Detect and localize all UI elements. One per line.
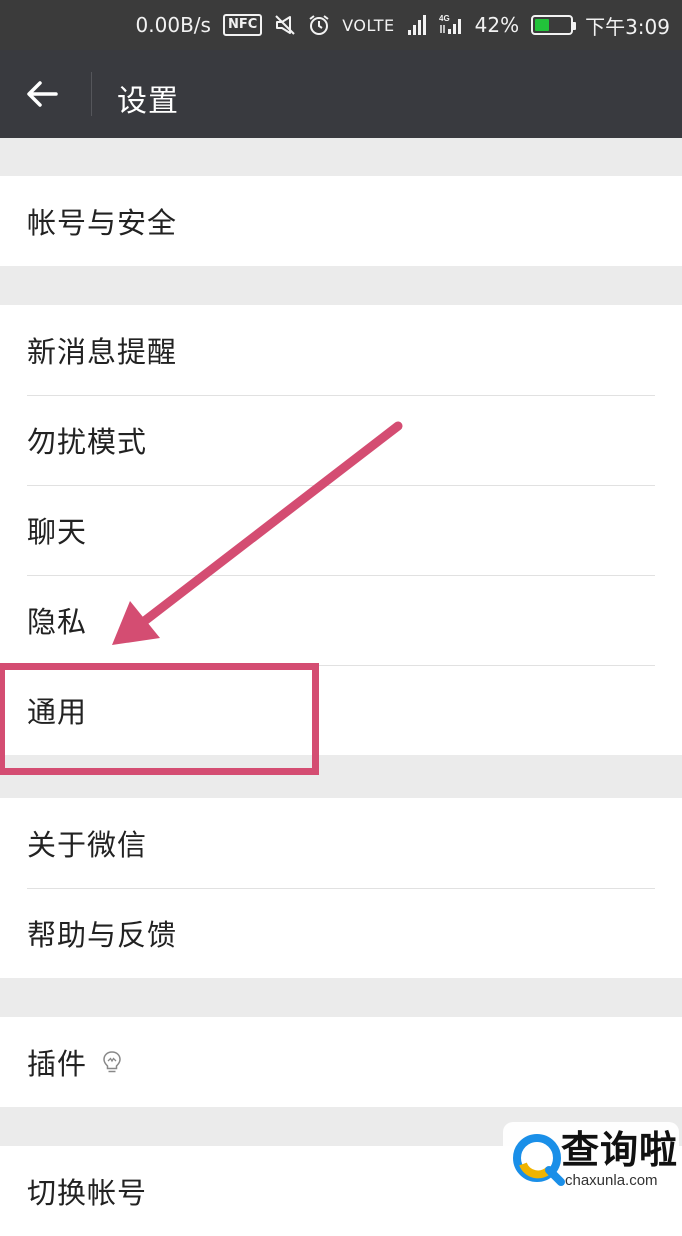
signal-icon xyxy=(407,14,427,36)
back-button[interactable] xyxy=(22,74,70,114)
battery-level-fill xyxy=(535,19,550,31)
svg-text:4G: 4G xyxy=(439,14,450,23)
battery-percent: 42% xyxy=(474,13,520,37)
settings-item-account-security[interactable]: 帐号与安全 xyxy=(0,176,682,266)
settings-item-label: 帐号与安全 xyxy=(27,206,178,240)
watermark-url: chaxunla.com xyxy=(565,1172,658,1189)
settings-item-label: 隐私 xyxy=(27,605,88,639)
magnifier-logo-icon xyxy=(513,1134,565,1186)
alarm-icon xyxy=(308,14,330,36)
volte-label: VOLTE xyxy=(342,15,395,35)
settings-group-account: 帐号与安全 xyxy=(0,176,682,266)
settings-item-label: 勿扰模式 xyxy=(27,425,148,459)
settings-item-label: 切换帐号 xyxy=(27,1176,148,1210)
settings-group-about: 关于微信 帮助与反馈 xyxy=(0,798,682,978)
nfc-icon: NFC xyxy=(222,14,263,36)
settings-item-new-message-alerts[interactable]: 新消息提醒 xyxy=(0,305,682,395)
settings-item-general[interactable]: 通用 xyxy=(0,665,682,755)
net-speed: 0.00B/s xyxy=(135,13,211,37)
settings-item-label: 帮助与反馈 xyxy=(27,918,178,952)
settings-item-privacy[interactable]: 隐私 xyxy=(0,575,682,665)
battery-icon xyxy=(531,15,577,35)
settings-item-help-feedback[interactable]: 帮助与反馈 xyxy=(0,888,682,978)
settings-item-label: 关于微信 xyxy=(27,828,148,862)
watermark: 查询啦 chaxunla.com xyxy=(503,1122,679,1196)
settings-group-main: 新消息提醒 勿扰模式 聊天 隐私 通用 xyxy=(0,305,682,755)
settings-item-do-not-disturb[interactable]: 勿扰模式 xyxy=(0,395,682,485)
lightbulb-icon xyxy=(101,1049,123,1075)
clock: 下午3:09 xyxy=(585,14,670,39)
settings-item-label: 通用 xyxy=(27,695,88,729)
settings-item-chat[interactable]: 聊天 xyxy=(0,485,682,575)
watermark-text: 查询啦 xyxy=(561,1128,679,1172)
status-bar: 0.00B/s NFC VOLTE 4G 42% 下午3:09 xyxy=(0,0,682,50)
settings-item-plugins[interactable]: 插件 xyxy=(0,1017,682,1107)
mobile-data-icon: 4G xyxy=(439,13,463,37)
appbar-divider xyxy=(91,72,92,116)
settings-item-label: 插件 xyxy=(27,1047,88,1081)
settings-item-label: 新消息提醒 xyxy=(27,335,178,369)
page-title: 设置 xyxy=(117,84,179,119)
settings-item-about-wechat[interactable]: 关于微信 xyxy=(0,798,682,888)
settings-group-plugins: 插件 xyxy=(0,1017,682,1107)
mute-icon xyxy=(274,14,296,36)
arrow-left-icon xyxy=(27,81,58,107)
settings-item-label: 聊天 xyxy=(27,515,88,549)
app-bar: 设置 xyxy=(0,50,682,138)
